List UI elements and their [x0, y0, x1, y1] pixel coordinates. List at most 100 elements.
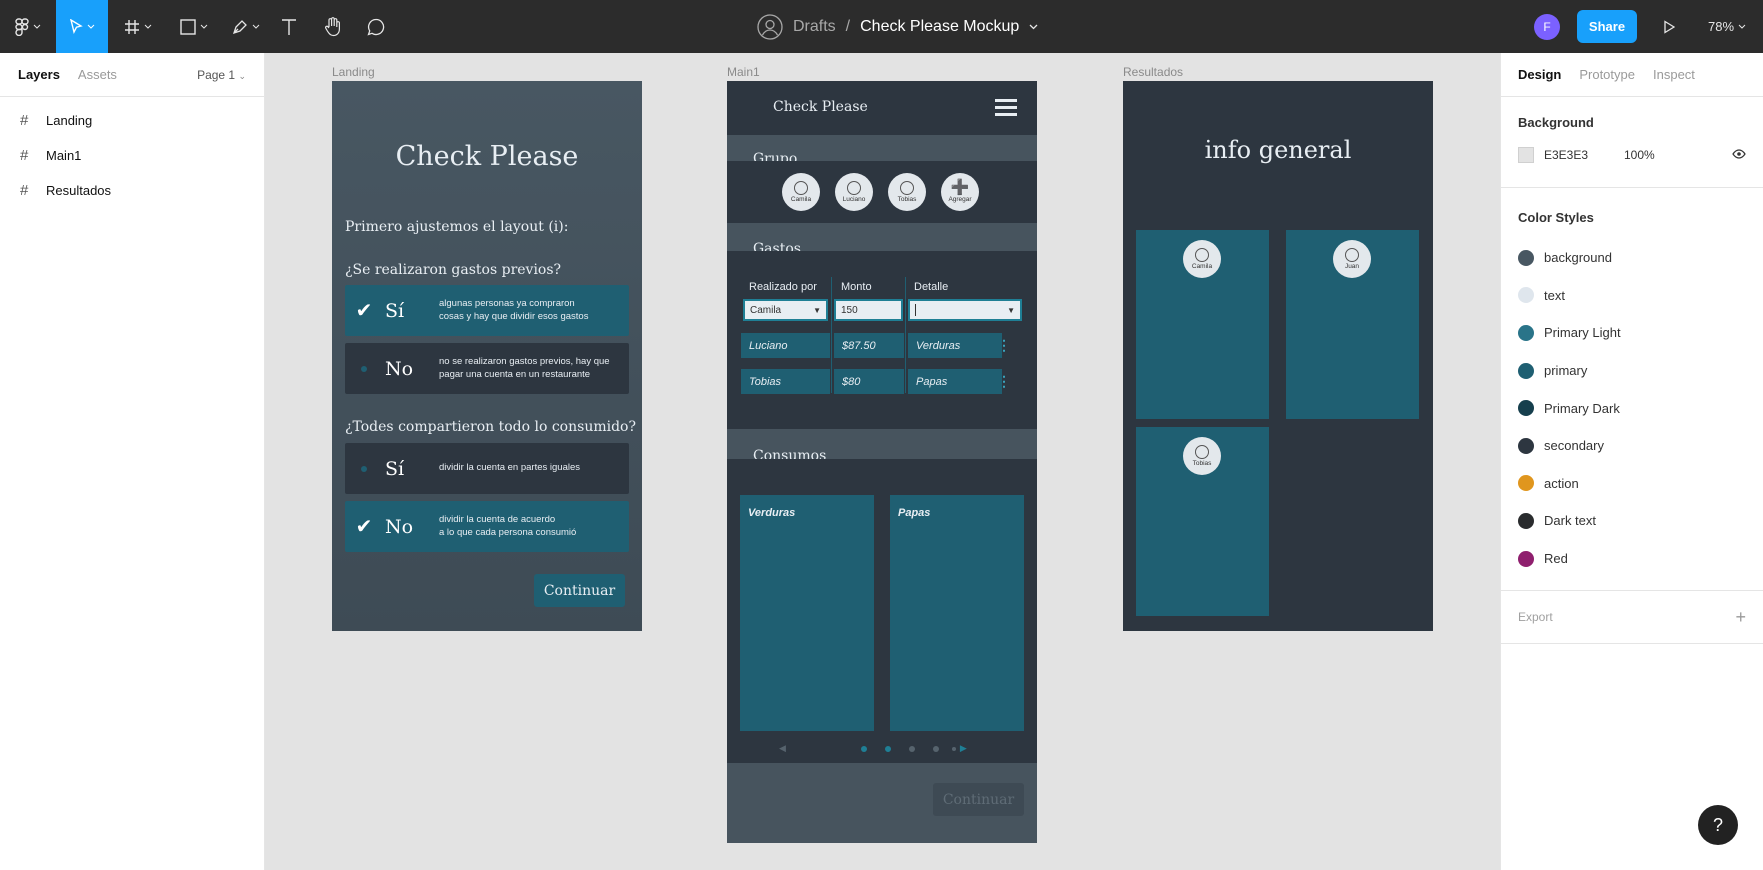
- color-style-item[interactable]: Dark text: [1501, 502, 1763, 540]
- desc-line: dividir la cuenta de acuerdo: [439, 513, 556, 525]
- frame-label-resultados[interactable]: Resultados: [1123, 65, 1183, 79]
- background-hex[interactable]: E3E3E3: [1544, 148, 1624, 162]
- option-description: no se realizaron gastos previos, hay que…: [439, 356, 610, 382]
- main1-frame[interactable]: Check Please Grupo Camila Luciano Tobias…: [727, 81, 1037, 843]
- consumption-card-verduras[interactable]: Verduras: [740, 495, 874, 731]
- frame-label-landing[interactable]: Landing: [332, 65, 375, 79]
- option-shared-yes[interactable]: Sí dividir la cuenta en partes iguales: [345, 443, 629, 494]
- breadcrumb-drafts-link[interactable]: Drafts: [793, 18, 836, 36]
- comment-tool-button[interactable]: [363, 0, 389, 53]
- tab-prototype[interactable]: Prototype: [1579, 67, 1635, 82]
- option-description: dividir la cuenta en partes iguales: [439, 462, 581, 474]
- zoom-level: 78%: [1708, 19, 1735, 34]
- landing-frame[interactable]: Check Please Primero ajustemos el layout…: [332, 81, 642, 631]
- chevron-down-icon[interactable]: [1029, 24, 1038, 30]
- eye-icon[interactable]: [1732, 148, 1746, 162]
- option-shared-no[interactable]: ✔ No dividir la cuenta de acuerdo a lo qu…: [345, 501, 629, 552]
- color-style-item[interactable]: Red: [1501, 540, 1763, 578]
- color-styles-list: background text Primary Light primary Primar…: [1501, 239, 1763, 577]
- file-name[interactable]: Check Please Mockup: [860, 18, 1019, 36]
- amount-input[interactable]: 150: [834, 299, 903, 321]
- continue-button[interactable]: Continuar: [534, 574, 625, 607]
- color-style-name: action: [1544, 475, 1579, 491]
- color-swatch: [1518, 400, 1534, 417]
- move-tool-button[interactable]: [56, 0, 108, 53]
- consumption-card-papas[interactable]: Papas: [890, 495, 1024, 731]
- layer-item-landing[interactable]: # Landing: [0, 103, 264, 138]
- frame-tool-button[interactable]: [118, 0, 158, 53]
- expense-cell-person: Tobias: [741, 369, 830, 394]
- pager-dot[interactable]: [951, 746, 956, 751]
- background-fill-row[interactable]: E3E3E3 100%: [1501, 138, 1763, 172]
- pager-dot[interactable]: [884, 745, 891, 752]
- shape-tool-button[interactable]: [174, 0, 214, 53]
- zoom-dropdown[interactable]: 78%: [1708, 0, 1746, 53]
- export-title: Export: [1518, 610, 1553, 625]
- tab-assets[interactable]: Assets: [78, 67, 117, 82]
- chevron-down-icon: [144, 24, 152, 29]
- member-avatar-luciano[interactable]: Luciano: [835, 173, 873, 211]
- text-cursor: [915, 304, 916, 316]
- tab-layers[interactable]: Layers: [18, 67, 60, 82]
- row-menu-icon[interactable]: ⋮: [997, 369, 1011, 394]
- plus-icon[interactable]: +: [1735, 607, 1746, 628]
- user-avatar[interactable]: F: [1534, 14, 1560, 40]
- app-title: Check Please: [773, 99, 868, 115]
- member-name: Juan: [1344, 263, 1360, 270]
- layer-item-resultados[interactable]: # Resultados: [0, 173, 264, 208]
- desc-line: no se realizaron gastos previos, hay que: [439, 355, 610, 367]
- text-tool-button[interactable]: [276, 0, 302, 53]
- tab-design[interactable]: Design: [1518, 67, 1561, 82]
- export-section[interactable]: Export +: [1501, 591, 1763, 645]
- result-card-juan[interactable]: Juan: [1286, 230, 1419, 419]
- layer-item-main1[interactable]: # Main1: [0, 138, 264, 173]
- color-style-item[interactable]: Primary Dark: [1501, 389, 1763, 427]
- play-icon: [1664, 19, 1675, 34]
- result-card-tobias[interactable]: Tobias: [1136, 427, 1269, 616]
- help-button[interactable]: ?: [1698, 805, 1738, 845]
- color-style-name: text: [1544, 287, 1565, 303]
- hand-tool-button[interactable]: [320, 0, 346, 53]
- color-style-item[interactable]: primary: [1501, 352, 1763, 390]
- comment-icon: [367, 18, 385, 36]
- share-button[interactable]: Share: [1577, 10, 1637, 43]
- color-style-item[interactable]: secondary: [1501, 427, 1763, 465]
- color-style-item[interactable]: Primary Light: [1501, 314, 1763, 352]
- pen-tool-button[interactable]: [226, 0, 266, 53]
- frame-label-main1[interactable]: Main1: [727, 65, 760, 79]
- hamburger-menu-icon[interactable]: [995, 99, 1017, 117]
- continue-button-disabled[interactable]: Continuar: [933, 783, 1024, 816]
- add-member-button[interactable]: ➕ Agregar: [941, 173, 979, 211]
- pager-dot[interactable]: [932, 745, 939, 752]
- row-menu-icon[interactable]: ⋮: [997, 333, 1011, 358]
- tab-inspect[interactable]: Inspect: [1653, 67, 1695, 82]
- detail-select[interactable]: ▼: [908, 299, 1022, 321]
- color-style-item[interactable]: action: [1501, 465, 1763, 503]
- present-button[interactable]: [1656, 0, 1682, 53]
- result-card-camila[interactable]: Camila: [1136, 230, 1269, 419]
- color-style-name: Primary Dark: [1544, 400, 1620, 416]
- pen-icon: [232, 19, 247, 34]
- team-avatar-icon[interactable]: [757, 13, 783, 40]
- option-previous-yes[interactable]: ✔ Sí algunas personas ya compraron cosas …: [345, 285, 629, 336]
- color-style-item[interactable]: text: [1501, 277, 1763, 315]
- member-avatar-tobias[interactable]: Tobias: [888, 173, 926, 211]
- figma-menu-button[interactable]: [8, 0, 48, 53]
- pager-dot[interactable]: [908, 745, 915, 752]
- color-style-item[interactable]: background: [1501, 239, 1763, 277]
- background-opacity[interactable]: 100%: [1624, 148, 1655, 162]
- chevron-right-icon[interactable]: ▶: [960, 743, 967, 754]
- color-style-name: primary: [1544, 363, 1588, 379]
- color-swatch: [1518, 550, 1534, 567]
- frame-icon: #: [20, 182, 29, 199]
- member-avatar-camila[interactable]: Camila: [782, 173, 820, 211]
- page-selector[interactable]: Page 1 ⌄: [197, 68, 246, 82]
- pager-dot[interactable]: [860, 745, 867, 752]
- background-swatch[interactable]: [1518, 147, 1534, 163]
- option-previous-no[interactable]: No no se realizaron gastos previos, hay …: [345, 343, 629, 394]
- member-name: Camila: [790, 196, 812, 203]
- paid-by-select[interactable]: Camila ▼: [743, 299, 828, 321]
- chevron-left-icon[interactable]: ◀: [779, 743, 786, 754]
- chevron-down-icon: [33, 24, 41, 29]
- resultados-frame[interactable]: info general Camila Juan Tobias: [1123, 81, 1433, 631]
